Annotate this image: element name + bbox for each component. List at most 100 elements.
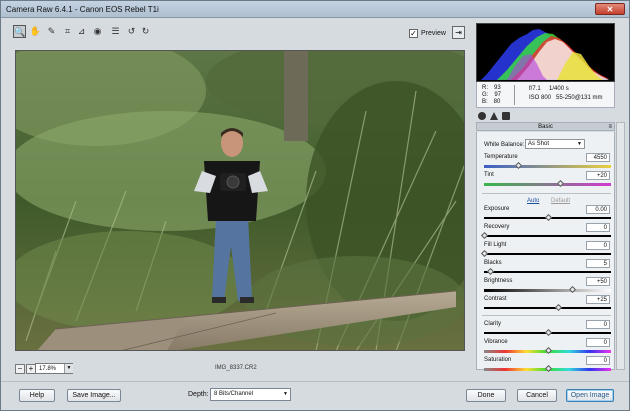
fill-light-slider-row: Fill Light 0 (477, 241, 614, 258)
contrast-value-field[interactable]: +25 (586, 295, 610, 304)
rotate-left-icon[interactable]: ↺ (125, 25, 138, 38)
fullscreen-icon[interactable]: ⇥ (452, 26, 465, 39)
rotate-right-icon[interactable]: ↻ (139, 25, 152, 38)
tab-basic-icon[interactable] (478, 112, 486, 120)
contrast-slider-track[interactable] (484, 307, 611, 309)
fill-light-slider-thumb[interactable] (480, 249, 489, 258)
temperature-value-field[interactable]: 4550 (586, 153, 610, 162)
recovery-slider-track[interactable] (484, 235, 611, 237)
lens-value: 55-250@131 mm (556, 95, 603, 101)
exposure-slider-thumb[interactable] (544, 213, 552, 222)
histogram (476, 23, 615, 82)
fill-light-slider-track[interactable] (484, 253, 611, 255)
cancel-button[interactable]: Cancel (517, 389, 557, 402)
clarity-slider-row: Clarity 0 (477, 320, 614, 337)
fill-light-value-field[interactable]: 0 (586, 241, 610, 250)
auto-default-links: Auto Default (527, 198, 570, 204)
straighten-tool-icon[interactable]: ⊿ (75, 25, 88, 38)
clarity-slider-thumb[interactable] (544, 328, 552, 337)
chevron-down-icon[interactable]: ▼ (64, 364, 73, 373)
recovery-slider-row: Recovery 0 (477, 223, 614, 240)
help-button[interactable]: Help (19, 389, 55, 402)
g-value: 97 (494, 92, 502, 98)
white-balance-label: White Balance: (484, 142, 525, 148)
preview-toggle[interactable]: ✓ Preview (409, 27, 446, 39)
blacks-slider-thumb[interactable] (487, 267, 495, 276)
depth-select[interactable]: 8 Bits/Channel ▼ (210, 388, 291, 401)
preview-checkbox[interactable]: ✓ (409, 28, 418, 38)
info-divider (514, 85, 515, 105)
white-balance-tool-icon[interactable]: ✎ (45, 25, 58, 38)
image-preview[interactable] (15, 50, 465, 351)
tint-label: Tint (484, 172, 494, 178)
tab-detail-icon[interactable] (502, 112, 510, 120)
saturation-value-field[interactable]: 0 (586, 356, 610, 365)
recovery-value-field[interactable]: 0 (586, 223, 610, 232)
preview-photo (16, 51, 464, 350)
blacks-label: Blacks (484, 260, 502, 266)
brightness-label: Brightness (484, 278, 513, 284)
r-value: 93 (494, 85, 501, 91)
exposure-value-field[interactable]: 0.00 (586, 205, 610, 214)
camera-raw-window: Camera Raw 6.4.1 - Canon EOS Rebel T1i ✕… (0, 0, 630, 411)
brightness-slider-track[interactable] (484, 289, 611, 292)
preferences-icon[interactable]: ☰ (109, 25, 122, 38)
iso-value: ISO 800 (529, 95, 552, 101)
bottom-bar: Help Save Image... Depth: 8 Bits/Channel… (1, 381, 629, 411)
close-button[interactable]: ✕ (595, 3, 625, 15)
hand-tool-icon[interactable]: ✋ (29, 25, 42, 38)
vibrance-value-field[interactable]: 0 (586, 338, 610, 347)
status-bar: − + 17.8% ▼ IMG_8337.CR2 (15, 363, 465, 375)
tint-value-field[interactable]: +20 (586, 171, 610, 180)
exposure-slider-row: Exposure 0.00 (477, 205, 614, 222)
tab-tone-curve-icon[interactable] (490, 112, 498, 120)
aperture-value: f/7.1 (529, 86, 541, 92)
blacks-slider-row: Blacks 5 (477, 259, 614, 276)
exposure-label: Exposure (484, 206, 510, 212)
recovery-label: Recovery (484, 224, 510, 230)
open-image-button[interactable]: Open Image (566, 389, 614, 402)
vibrance-slider-row: Vibrance 0 (477, 338, 614, 355)
zoom-tool-icon[interactable]: 🔍 (13, 25, 26, 38)
done-button[interactable]: Done (466, 389, 506, 402)
save-image-button[interactable]: Save Image... (67, 389, 121, 402)
tool-bar: 🔍 ✋ ✎ ⌗ ⊿ ◉ ☰ ↺ ↻ (9, 23, 471, 43)
clarity-value-field[interactable]: 0 (586, 320, 610, 329)
temperature-slider-track[interactable] (484, 165, 611, 168)
r-label: R: (482, 85, 488, 91)
brightness-value-field[interactable]: +50 (586, 277, 610, 286)
b-value: 80 (493, 99, 501, 105)
shutter-value: 1/400 s (549, 86, 569, 92)
panel-menu-icon[interactable]: ≡ (608, 123, 612, 131)
g-label: G: (482, 92, 489, 98)
panel-divider (482, 315, 611, 316)
red-eye-tool-icon[interactable]: ◉ (91, 25, 104, 38)
fill-light-label: Fill Light (484, 242, 507, 248)
temperature-label: Temperature (484, 154, 518, 160)
rgb-readout: R: 93 G: 97 B: 80 (482, 85, 501, 106)
brightness-slider-row: Brightness +50 (477, 277, 614, 294)
white-balance-value: As Shot (528, 141, 550, 147)
blacks-slider-track[interactable] (484, 271, 611, 273)
pixel-info-panel: R: 93 G: 97 B: 80 f/7.1 1/400 s ISO 800 55-… (476, 82, 615, 108)
chevron-down-icon: ▼ (577, 141, 582, 147)
depth-value: 8 Bits/Channel (214, 391, 254, 397)
tint-slider-track[interactable] (484, 183, 611, 186)
contrast-slider-thumb[interactable] (554, 303, 562, 312)
zoom-out-button[interactable]: − (15, 364, 25, 374)
saturation-label: Saturation (484, 357, 512, 363)
panel-scrollbar[interactable] (616, 122, 625, 370)
chevron-down-icon: ▼ (283, 391, 288, 397)
zoom-level-value: 17.8% (39, 366, 57, 372)
camera-settings: f/7.1 1/400 s ISO 800 55-250@131 mm (529, 85, 602, 103)
crop-tool-icon[interactable]: ⌗ (61, 25, 74, 38)
window-title: Camera Raw 6.4.1 - Canon EOS Rebel T1i (6, 5, 159, 14)
recovery-slider-thumb[interactable] (480, 231, 489, 240)
saturation-slider-row: Saturation 0 (477, 356, 614, 373)
blacks-value-field[interactable]: 5 (586, 259, 610, 268)
auto-link[interactable]: Auto (527, 198, 539, 204)
white-balance-select[interactable]: As Shot ▼ (525, 139, 585, 149)
panel-tabs (476, 111, 615, 121)
panel-title: Basic (538, 124, 553, 130)
default-link[interactable]: Default (551, 198, 570, 204)
